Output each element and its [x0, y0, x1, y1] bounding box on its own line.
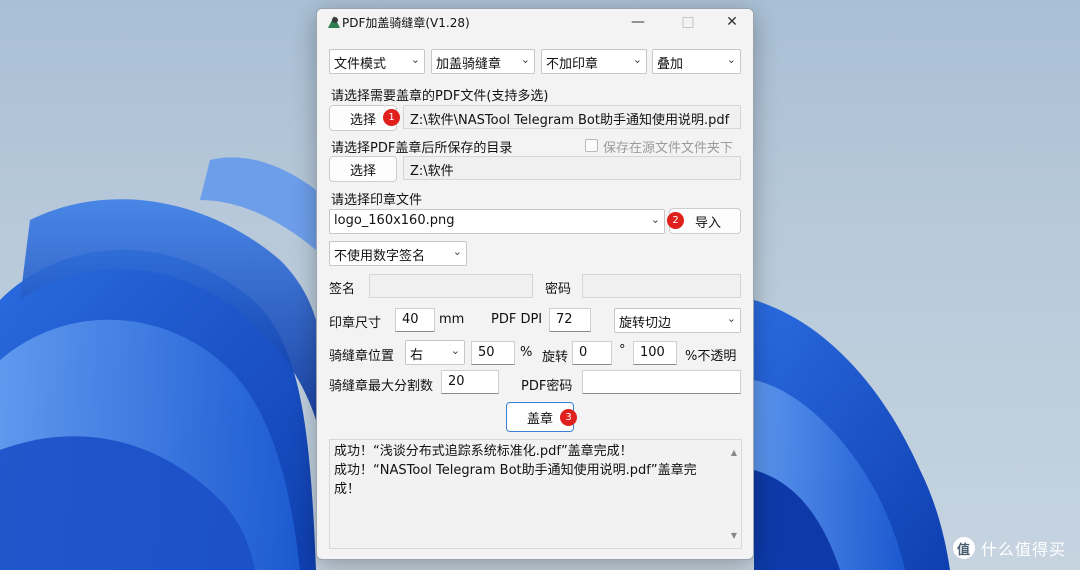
position-select[interactable]: 右 ⌄	[405, 340, 465, 365]
max-split-label: 骑缝章最大分割数	[329, 379, 434, 394]
chevron-down-icon: ⌄	[650, 213, 660, 226]
maximize-button[interactable]: □	[665, 9, 711, 35]
rotation-label: 旋转	[542, 350, 569, 365]
chevron-down-icon: ⌄	[632, 53, 642, 66]
stamp-button-label: 盖章	[526, 411, 553, 427]
chevron-down-icon: ⌄	[726, 53, 736, 66]
degree-symbol: °	[619, 343, 626, 358]
position-label: 骑缝章位置	[329, 349, 395, 364]
watermark: 值 什么值得买	[952, 536, 1066, 560]
maximize-icon: □	[681, 14, 695, 30]
seal-option-select-value: 不加印章	[546, 57, 599, 72]
title-bar[interactable]: PDF加盖骑缝章(V1.28) — □ ✕	[317, 9, 753, 35]
sign-label: 签名	[329, 282, 356, 297]
pdf-password-input[interactable]	[582, 370, 741, 394]
chevron-down-icon: ⌄	[726, 312, 736, 325]
close-button[interactable]: ✕	[709, 9, 753, 35]
app-logo-icon	[328, 16, 340, 28]
rotate-mode-select[interactable]: 旋转切边 ⌄	[614, 308, 741, 333]
watermark-logo-icon: 值	[952, 537, 975, 559]
save-dir-label: 请选择PDF盖章后所保存的目录	[331, 141, 513, 156]
close-icon: ✕	[726, 14, 738, 30]
result-log[interactable]: 成功！“浅谈分布式追踪系统标准化.pdf”盖章完成！ 成功！“NASTool T…	[329, 439, 742, 549]
scroll-down-icon[interactable]: ▼	[727, 526, 741, 545]
opacity-input[interactable]: 100	[633, 341, 677, 365]
select-dir-button[interactable]: 选择	[329, 156, 397, 182]
chevron-down-icon: ⌄	[520, 53, 530, 66]
pdf-dpi-input[interactable]: 72	[549, 308, 591, 332]
chevron-down-icon: ⌄	[410, 53, 420, 66]
overlay-select[interactable]: 叠加 ⌄	[652, 49, 741, 74]
overlay-select-value: 叠加	[657, 57, 684, 72]
digital-signature-select-value: 不使用数字签名	[334, 249, 426, 264]
chevron-down-icon: ⌄	[452, 245, 462, 258]
seal-size-label: 印章尺寸	[329, 316, 382, 331]
seal-size-unit: mm	[439, 312, 465, 327]
digital-signature-select[interactable]: 不使用数字签名 ⌄	[329, 241, 467, 266]
seal-size-input[interactable]: 40	[395, 308, 435, 332]
import-button-label: 导入	[694, 215, 721, 231]
percent-symbol: %	[520, 345, 533, 360]
app-window: PDF加盖骑缝章(V1.28) — □ ✕ 文件模式 ⌄ 加盖骑缝章 ⌄ 不加印…	[316, 8, 754, 560]
opacity-label: %不透明	[685, 349, 737, 364]
log-line: 成功！“NASTool Telegram Bot助手通知使用说明.pdf”盖章完…	[334, 463, 697, 497]
window-title: PDF加盖骑缝章(V1.28)	[342, 16, 470, 30]
stamp-type-select[interactable]: 加盖骑缝章 ⌄	[431, 49, 535, 74]
seal-file-select-value: logo_160x160.png	[334, 213, 455, 228]
pdf-dpi-label: PDF DPI	[491, 312, 543, 327]
seal-file-select[interactable]: logo_160x160.png ⌄	[329, 209, 665, 234]
seal-file-label: 请选择印章文件	[331, 193, 423, 208]
watermark-text: 什么值得买	[980, 540, 1066, 559]
stamp-type-select-value: 加盖骑缝章	[436, 57, 502, 72]
step-badge-3: 3	[560, 409, 577, 426]
step-badge-1: 1	[383, 109, 400, 126]
password-label: 密码	[545, 282, 572, 297]
select-dir-button-label: 选择	[349, 163, 376, 179]
position-percent-input[interactable]: 50	[471, 341, 515, 365]
pdf-path-field[interactable]: Z:\软件\NASTool Telegram Bot助手通知使用说明.pdf	[403, 105, 741, 129]
select-pdf-button-label: 选择	[349, 112, 376, 128]
password-field[interactable]	[582, 274, 741, 298]
max-split-input[interactable]: 20	[441, 370, 499, 394]
step-badge-2: 2	[667, 212, 684, 229]
pdf-select-label: 请选择需要盖章的PDF文件(支持多选)	[331, 89, 549, 104]
minimize-button[interactable]: —	[615, 9, 661, 35]
save-in-source-checkbox[interactable]	[585, 139, 598, 152]
mode-select-value: 文件模式	[334, 57, 387, 72]
mode-select[interactable]: 文件模式 ⌄	[329, 49, 425, 74]
chevron-down-icon: ⌄	[450, 344, 460, 357]
seal-option-select[interactable]: 不加印章 ⌄	[541, 49, 647, 74]
rotation-input[interactable]: 0	[572, 341, 612, 365]
log-line: 成功！“浅谈分布式追踪系统标准化.pdf”盖章完成！	[334, 444, 633, 459]
position-select-value: 右	[410, 348, 424, 363]
log-scrollbar[interactable]: ▲ ▼	[727, 440, 741, 548]
save-in-source-label: 保存在源文件文件夹下	[603, 141, 734, 156]
sign-field[interactable]	[369, 274, 533, 298]
pdf-password-label: PDF密码	[521, 379, 573, 394]
scroll-up-icon[interactable]: ▲	[727, 443, 741, 462]
save-dir-path-field[interactable]: Z:\软件	[403, 156, 741, 180]
rotate-mode-select-value: 旋转切边	[619, 316, 672, 331]
minimize-icon: —	[631, 14, 645, 30]
